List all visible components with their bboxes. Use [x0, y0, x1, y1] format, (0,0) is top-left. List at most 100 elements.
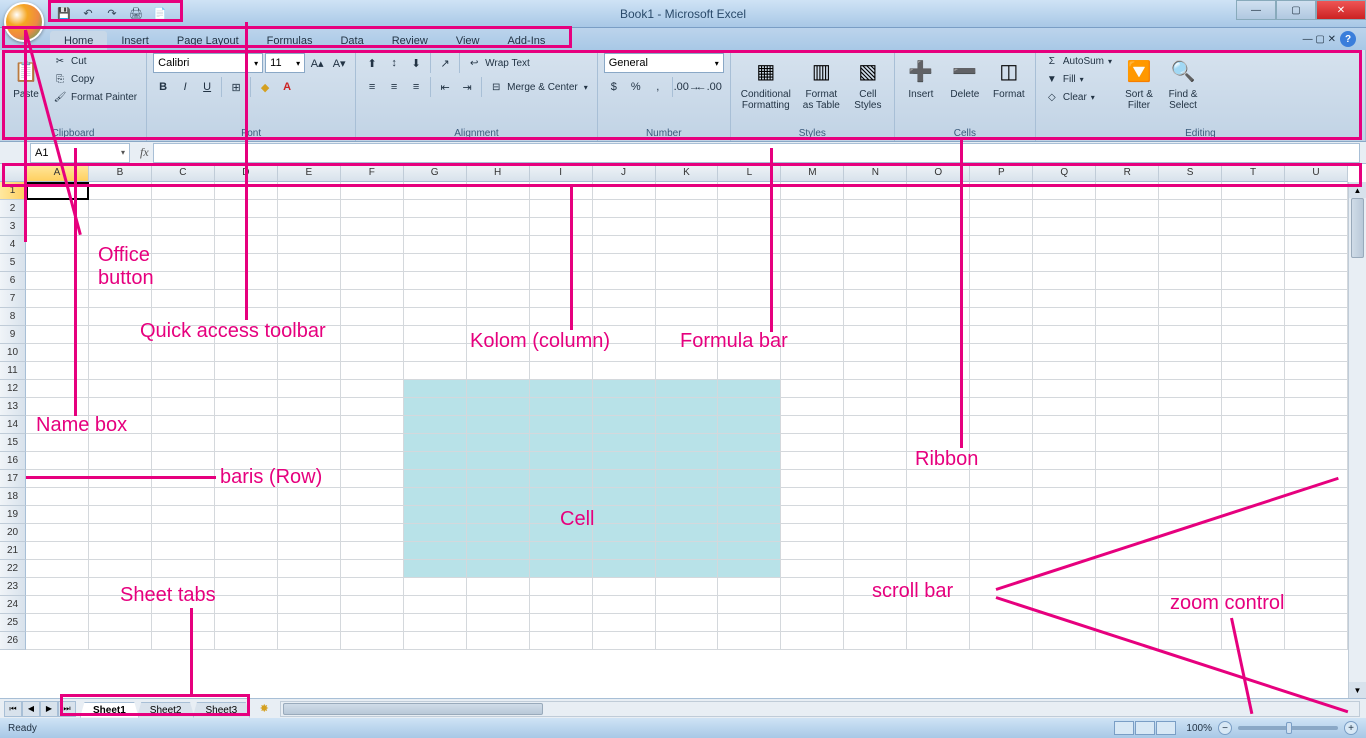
sheet-tab[interactable]: Sheet3 — [193, 702, 251, 718]
cell[interactable] — [593, 560, 656, 578]
cell[interactable] — [1285, 254, 1348, 272]
cell[interactable] — [718, 218, 781, 236]
cell[interactable] — [26, 470, 89, 488]
cell[interactable] — [1096, 506, 1159, 524]
cell[interactable] — [26, 578, 89, 596]
row-header[interactable]: 17 — [0, 470, 26, 488]
cell[interactable] — [404, 362, 467, 380]
cell[interactable] — [278, 236, 341, 254]
cell[interactable] — [1159, 470, 1222, 488]
cell[interactable] — [970, 380, 1033, 398]
horizontal-scrollbar[interactable] — [280, 701, 1360, 717]
cell[interactable] — [970, 254, 1033, 272]
cell[interactable] — [215, 344, 278, 362]
cell[interactable] — [26, 524, 89, 542]
cell[interactable] — [1285, 506, 1348, 524]
cell[interactable] — [718, 308, 781, 326]
cell[interactable] — [341, 398, 404, 416]
cell[interactable] — [907, 542, 970, 560]
cell[interactable] — [718, 524, 781, 542]
cell[interactable] — [1222, 254, 1285, 272]
minimize-button[interactable]: — — [1236, 0, 1276, 20]
cell[interactable] — [1285, 632, 1348, 650]
cell[interactable] — [844, 578, 907, 596]
row-header[interactable]: 18 — [0, 488, 26, 506]
cell[interactable] — [404, 308, 467, 326]
cell[interactable] — [530, 614, 593, 632]
cell[interactable] — [593, 578, 656, 596]
cell[interactable] — [1285, 524, 1348, 542]
cell[interactable] — [718, 434, 781, 452]
cell[interactable] — [26, 362, 89, 380]
cell[interactable] — [1159, 236, 1222, 254]
cell[interactable] — [26, 416, 89, 434]
cell[interactable] — [152, 452, 215, 470]
cell[interactable] — [341, 488, 404, 506]
cell[interactable] — [89, 542, 152, 560]
office-button[interactable] — [4, 2, 44, 42]
cell[interactable] — [341, 290, 404, 308]
cell[interactable] — [152, 488, 215, 506]
cell[interactable] — [26, 398, 89, 416]
formula-bar[interactable] — [153, 143, 1360, 163]
cell[interactable] — [1096, 560, 1159, 578]
cell[interactable] — [341, 470, 404, 488]
cell[interactable] — [1285, 200, 1348, 218]
cell[interactable] — [970, 614, 1033, 632]
cell[interactable] — [1222, 200, 1285, 218]
cell[interactable] — [341, 236, 404, 254]
clear-button[interactable]: ◇Clear▾ — [1042, 89, 1115, 105]
cell[interactable] — [1096, 326, 1159, 344]
cell[interactable] — [89, 272, 152, 290]
cell[interactable] — [1159, 596, 1222, 614]
name-box[interactable]: A1▾ — [30, 143, 130, 163]
cell[interactable] — [907, 416, 970, 434]
scroll-thumb[interactable] — [1351, 198, 1364, 258]
cell[interactable] — [530, 182, 593, 200]
cell[interactable] — [89, 200, 152, 218]
align-right-button[interactable]: ≡ — [406, 77, 426, 97]
cell[interactable] — [656, 362, 719, 380]
cell[interactable] — [907, 470, 970, 488]
cell[interactable] — [1159, 326, 1222, 344]
cell[interactable] — [1222, 596, 1285, 614]
cell[interactable] — [1159, 416, 1222, 434]
cell[interactable] — [656, 344, 719, 362]
copy-button[interactable]: ⎘Copy — [50, 71, 140, 87]
align-bottom-button[interactable]: ⬇ — [406, 53, 426, 73]
cell[interactable] — [404, 452, 467, 470]
cell[interactable] — [593, 344, 656, 362]
column-header[interactable]: N — [844, 164, 907, 182]
cell[interactable] — [1096, 578, 1159, 596]
cell[interactable] — [89, 434, 152, 452]
cell[interactable] — [1285, 452, 1348, 470]
cell[interactable] — [89, 524, 152, 542]
cell[interactable] — [26, 236, 89, 254]
cell[interactable] — [1285, 290, 1348, 308]
cell-grid[interactable] — [26, 182, 1348, 698]
cell[interactable] — [970, 560, 1033, 578]
cell[interactable] — [1222, 344, 1285, 362]
cell[interactable] — [718, 398, 781, 416]
cell[interactable] — [656, 398, 719, 416]
cell[interactable] — [152, 182, 215, 200]
sort-filter-button[interactable]: 🔽Sort & Filter — [1119, 53, 1159, 113]
close-button[interactable]: ✕ — [1316, 0, 1366, 20]
cell[interactable] — [152, 308, 215, 326]
cell[interactable] — [656, 218, 719, 236]
cell[interactable] — [341, 182, 404, 200]
cell[interactable] — [907, 218, 970, 236]
cell[interactable] — [89, 254, 152, 272]
cell[interactable] — [1222, 308, 1285, 326]
maximize-button[interactable]: ▢ — [1276, 0, 1316, 20]
cell[interactable] — [970, 416, 1033, 434]
font-name-combo[interactable]: Calibri▾ — [153, 53, 263, 73]
column-header[interactable]: G — [404, 164, 467, 182]
cell[interactable] — [215, 218, 278, 236]
cell[interactable] — [1033, 560, 1096, 578]
cell[interactable] — [467, 416, 530, 434]
cell[interactable] — [844, 290, 907, 308]
cell[interactable] — [215, 308, 278, 326]
tab-view[interactable]: View — [442, 31, 494, 50]
cell[interactable] — [1033, 542, 1096, 560]
